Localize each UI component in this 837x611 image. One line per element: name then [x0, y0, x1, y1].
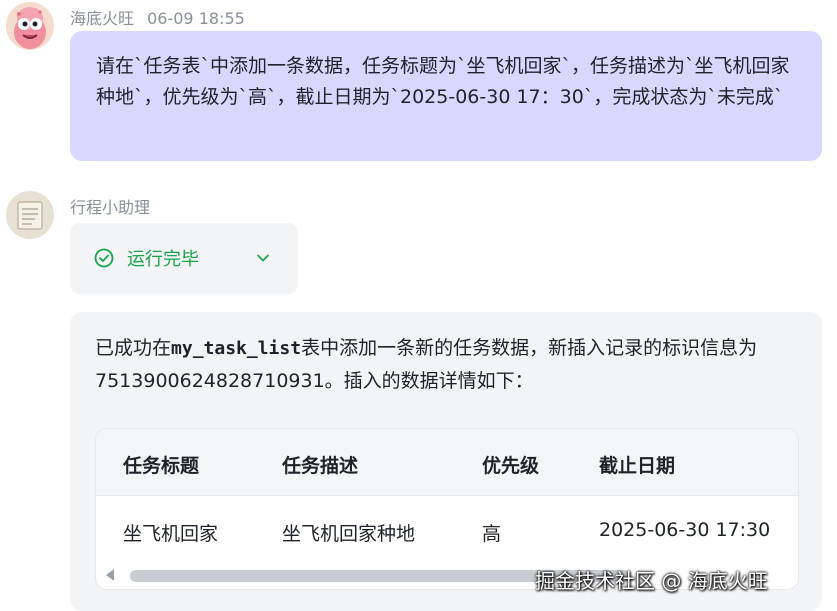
reply-text: 已成功在my_task_list表中添加一条新的任务数据，新插入记录的标识信息为… [95, 332, 795, 398]
watermark: 掘金技术社区 @ 海底火旺 [535, 569, 768, 593]
check-circle-icon [94, 248, 114, 268]
cell-description: 坐飞机回家种地 [282, 523, 416, 545]
cell-priority: 高 [482, 523, 502, 545]
column-header-description: 任务描述 [282, 455, 359, 477]
user-name: 海底火旺 [70, 9, 135, 28]
reply-prefix: 已成功在 [95, 337, 172, 359]
chevron-down-icon[interactable] [255, 250, 271, 266]
run-status-label: 运行完毕 [127, 249, 199, 270]
user-message-text: 请在`任务表`中添加一条数据，任务标题为`坐飞机回家`，任务描述为`坐飞机回家种… [96, 55, 790, 108]
user-avatar[interactable] [6, 2, 54, 50]
cell-deadline: 2025-06-30 17:30 [599, 519, 771, 541]
cell-title: 坐飞机回家 [123, 523, 219, 545]
bot-avatar[interactable] [6, 191, 54, 239]
message-time: 06-09 18:55 [147, 9, 245, 28]
table-header-row: 任务标题 任务描述 优先级 截止日期 [96, 429, 798, 496]
chat-page: 海底火旺 06-09 18:55 请在`任务表`中添加一条数据，任务标题为`坐飞… [0, 0, 837, 611]
run-status-card[interactable]: 运行完毕 [70, 223, 298, 294]
column-header-priority: 优先级 [482, 455, 540, 477]
scroll-left-icon[interactable] [106, 569, 114, 581]
bot-name: 行程小助理 [70, 198, 151, 217]
column-header-title: 任务标题 [123, 455, 200, 477]
table-name-code: my_task_list [171, 338, 302, 359]
column-header-deadline: 截止日期 [599, 455, 676, 477]
user-message-meta: 海底火旺 06-09 18:55 [70, 5, 245, 29]
user-message-bubble: 请在`任务表`中添加一条数据，任务标题为`坐飞机回家`，任务描述为`坐飞机回家种… [70, 31, 822, 161]
